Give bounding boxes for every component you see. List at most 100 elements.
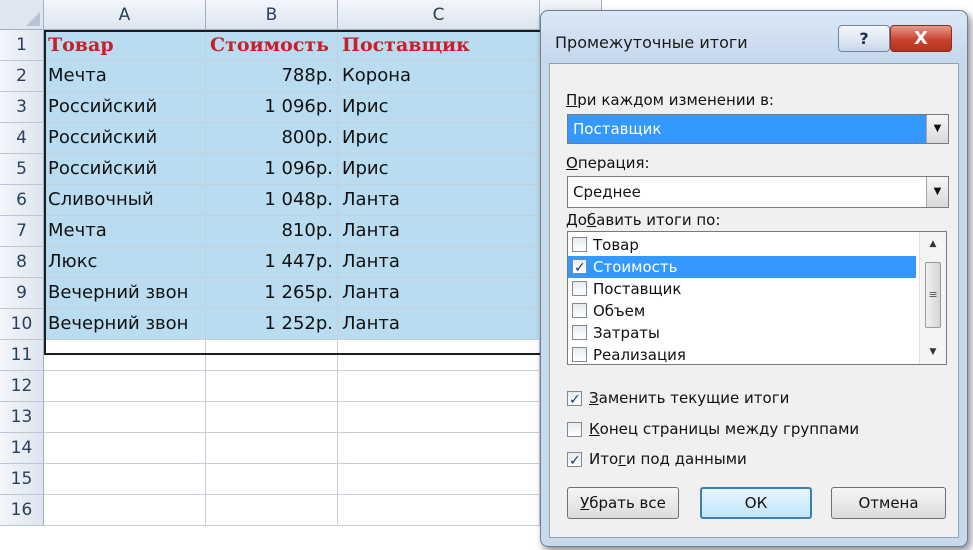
row-header-12[interactable]: 12 <box>0 371 44 402</box>
data-cell[interactable]: Российский <box>44 92 206 123</box>
help-button[interactable]: ? <box>838 25 890 52</box>
data-cell[interactable]: Ланта <box>338 185 540 216</box>
data-cell[interactable]: Мечта <box>44 61 206 92</box>
field-checkbox[interactable] <box>572 237 587 252</box>
column-header-a[interactable]: A <box>44 0 206 30</box>
header-cell-b[interactable]: Стоимость <box>206 30 338 61</box>
row-header-3[interactable]: 3 <box>0 92 44 123</box>
empty-cell[interactable] <box>206 340 338 371</box>
data-cell[interactable]: 1 265р. <box>206 278 338 309</box>
data-cell[interactable]: 1 447р. <box>206 247 338 278</box>
row-header-5[interactable]: 5 <box>0 154 44 185</box>
empty-cell[interactable] <box>206 495 338 526</box>
data-cell[interactable]: Ланта <box>338 309 540 340</box>
data-cell[interactable]: 1 096р. <box>206 154 338 185</box>
empty-cell[interactable] <box>338 371 540 402</box>
empty-cell[interactable] <box>44 340 206 371</box>
field-checkbox[interactable] <box>572 257 587 279</box>
operation-dropdown[interactable]: Среднее ▼ <box>567 176 949 208</box>
scroll-thumb[interactable]: ≡ <box>925 262 941 328</box>
empty-cell[interactable] <box>44 402 206 433</box>
data-cell[interactable]: Российский <box>44 123 206 154</box>
row-header-1[interactable]: 1 <box>0 30 44 61</box>
column-header-b[interactable]: B <box>206 0 338 30</box>
cancel-button[interactable]: Отмена <box>831 487 946 519</box>
data-cell[interactable]: 788р. <box>206 61 338 92</box>
row-header-8[interactable]: 8 <box>0 247 44 278</box>
list-scrollbar[interactable]: ▲ ≡ ▼ <box>919 232 946 364</box>
empty-cell[interactable] <box>206 464 338 495</box>
field-checkbox[interactable] <box>572 347 587 362</box>
data-cell[interactable]: Люкс <box>44 247 206 278</box>
data-cell[interactable]: Ланта <box>338 278 540 309</box>
empty-cell[interactable] <box>44 371 206 402</box>
row-header-4[interactable]: 4 <box>0 123 44 154</box>
row-header-2[interactable]: 2 <box>0 61 44 92</box>
data-cell[interactable]: Ланта <box>338 216 540 247</box>
data-cell[interactable]: 1 096р. <box>206 92 338 123</box>
empty-cell[interactable] <box>338 464 540 495</box>
data-cell[interactable]: Ирис <box>338 92 540 123</box>
row-header-9[interactable]: 9 <box>0 278 44 309</box>
replace-current-checkbox[interactable] <box>567 389 582 411</box>
header-cell-a[interactable]: Товар <box>44 30 206 61</box>
row-header-14[interactable]: 14 <box>0 433 44 464</box>
data-cell[interactable]: Ланта <box>338 247 540 278</box>
row-header-13[interactable]: 13 <box>0 402 44 433</box>
add-subtotal-list[interactable]: Товар Стоимость Поставщик Объем Затраты Реал… <box>567 231 947 365</box>
empty-cell[interactable] <box>44 464 206 495</box>
remove-all-button[interactable]: Убрать все <box>567 487 679 519</box>
data-cell[interactable]: Российский <box>44 154 206 185</box>
chevron-down-icon[interactable]: ▼ <box>926 115 948 143</box>
list-item[interactable]: Реализация <box>568 344 916 364</box>
data-cell[interactable]: Сливочный <box>44 185 206 216</box>
empty-cell[interactable] <box>338 433 540 464</box>
chevron-down-icon[interactable]: ▼ <box>926 177 948 207</box>
empty-cell[interactable] <box>44 495 206 526</box>
dialog-titlebar[interactable]: Промежуточные итоги ? X <box>541 11 967 63</box>
row-header-6[interactable]: 6 <box>0 185 44 216</box>
ok-button[interactable]: ОК <box>700 487 812 519</box>
field-checkbox[interactable] <box>572 281 587 296</box>
empty-cell[interactable] <box>44 433 206 464</box>
empty-cell[interactable] <box>338 495 540 526</box>
scroll-up-icon[interactable]: ▲ <box>920 234 946 254</box>
column-header-c[interactable]: C <box>338 0 540 30</box>
empty-cell[interactable] <box>206 371 338 402</box>
empty-cell[interactable] <box>338 340 540 371</box>
row-header-15[interactable]: 15 <box>0 464 44 495</box>
scroll-down-icon[interactable]: ▼ <box>920 342 946 362</box>
data-cell[interactable]: Мечта <box>44 216 206 247</box>
data-cell[interactable]: Вечерний звон <box>44 309 206 340</box>
row-header-10[interactable]: 10 <box>0 309 44 340</box>
row-header-7[interactable]: 7 <box>0 216 44 247</box>
list-item[interactable]: Затраты <box>568 322 916 344</box>
empty-cell[interactable] <box>206 402 338 433</box>
empty-cell[interactable] <box>338 402 540 433</box>
field-checkbox[interactable] <box>572 303 587 318</box>
field-checkbox[interactable] <box>572 325 587 340</box>
data-cell[interactable]: 800р. <box>206 123 338 154</box>
select-all-corner[interactable] <box>0 0 44 30</box>
page-break-checkbox[interactable] <box>567 422 582 437</box>
close-button[interactable]: X <box>890 25 952 52</box>
empty-cell[interactable] <box>206 433 338 464</box>
list-item[interactable]: Поставщик <box>568 278 916 300</box>
field-label: Затраты <box>593 324 660 342</box>
summary-below-checkbox[interactable] <box>567 450 582 472</box>
list-item[interactable]: Товар <box>568 234 916 256</box>
header-cell-c[interactable]: Поставщик <box>338 30 540 61</box>
data-cell[interactable]: 1 048р. <box>206 185 338 216</box>
data-cell[interactable]: 810р. <box>206 216 338 247</box>
group-by-dropdown[interactable]: Поставщик ▼ <box>567 114 949 144</box>
dialog-title: Промежуточные итоги <box>555 33 748 52</box>
data-cell[interactable]: Корона <box>338 61 540 92</box>
list-item[interactable]: Стоимость <box>568 256 916 279</box>
data-cell[interactable]: Ирис <box>338 123 540 154</box>
row-header-16[interactable]: 16 <box>0 495 44 526</box>
row-header-11[interactable]: 11 <box>0 340 44 371</box>
data-cell[interactable]: Вечерний звон <box>44 278 206 309</box>
data-cell[interactable]: Ирис <box>338 154 540 185</box>
list-item[interactable]: Объем <box>568 300 916 322</box>
data-cell[interactable]: 1 252р. <box>206 309 338 340</box>
